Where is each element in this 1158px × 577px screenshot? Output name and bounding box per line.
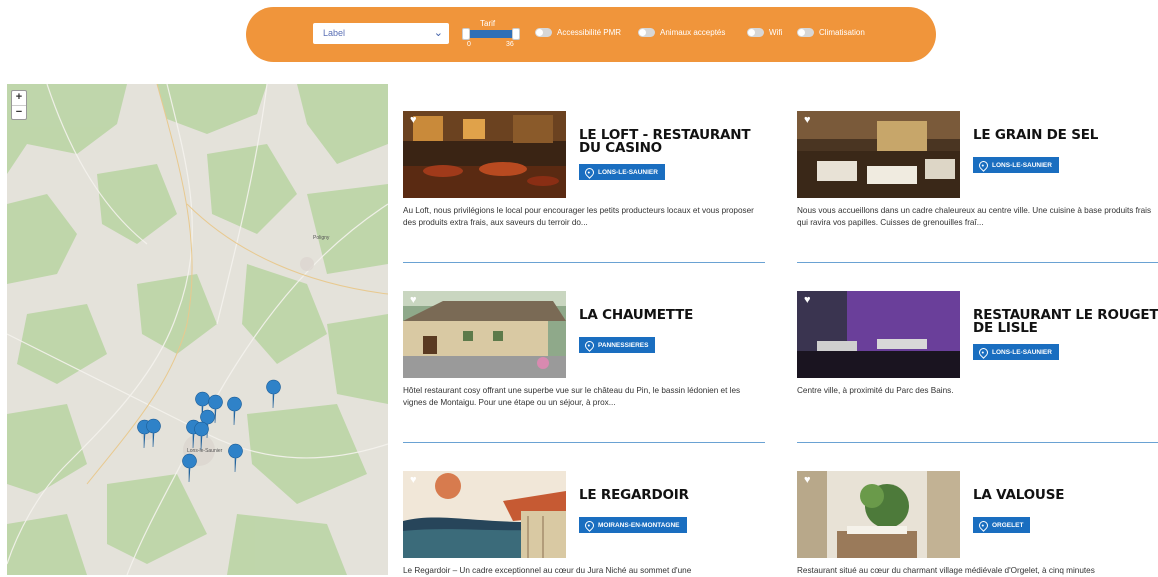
location-text: ORGELET	[992, 521, 1024, 529]
tarif-max-handle[interactable]	[512, 28, 520, 40]
restaurant-title[interactable]: LE REGARDOIR	[579, 488, 769, 502]
restaurant-description: Hôtel restaurant cosy offrant une superb…	[403, 386, 741, 407]
filter-bar: Label ⌄ Tarif 0 36 Accessibilité PMR Ani…	[246, 7, 936, 62]
toggle-animaux-acceptes[interactable]: Animaux acceptés	[638, 28, 725, 37]
restaurant-description: Centre ville, à proximité du Parc des Ba…	[797, 386, 954, 395]
location-badge: ORGELET	[973, 517, 1031, 533]
favorite-heart-icon[interactable]: ♥	[804, 474, 811, 486]
tarif-label: Tarif	[480, 19, 496, 28]
zoom-in-button[interactable]: +	[12, 91, 26, 105]
card-divider	[403, 262, 765, 263]
restaurant-title[interactable]: LA VALOUSE	[973, 488, 1158, 502]
toggle-accessibilite-pmr[interactable]: Accessibilité PMR	[535, 28, 621, 37]
label-select-value: Label	[323, 28, 346, 38]
location-badge: LONS-LE-SAUNIER	[973, 344, 1059, 360]
location-text: PANNESSIERES	[598, 341, 649, 349]
toggle-switch[interactable]	[797, 28, 814, 37]
toggle-label: Wifi	[769, 28, 783, 37]
location-badge: LONS-LE-SAUNIER	[973, 157, 1059, 173]
location-pin-icon	[583, 165, 596, 179]
toggle-switch[interactable]	[535, 28, 552, 37]
toggle-climatisation[interactable]: Climatisation	[797, 28, 865, 37]
favorite-heart-icon[interactable]: ♥	[410, 294, 417, 306]
restaurant-photo[interactable]: ♥	[403, 291, 566, 378]
toggle-switch[interactable]	[638, 28, 655, 37]
favorite-heart-icon[interactable]: ♥	[410, 114, 417, 126]
tarif-max-value: 36	[506, 41, 514, 48]
map-zoom-control: + −	[11, 90, 27, 120]
card-divider	[797, 442, 1158, 443]
location-pin-icon	[977, 345, 990, 359]
toggle-label: Animaux acceptés	[660, 28, 726, 37]
location-badge: MOIRANS-EN-MONTAGNE	[579, 517, 687, 533]
location-pin-icon	[977, 158, 990, 172]
restaurant-photo[interactable]: ♥	[797, 291, 960, 378]
location-text: MOIRANS-EN-MONTAGNE	[598, 521, 680, 529]
restaurant-photo[interactable]: ♥	[797, 471, 960, 558]
toggle-label: Climatisation	[819, 28, 865, 37]
tarif-min-handle[interactable]	[462, 28, 470, 40]
zoom-out-button[interactable]: −	[12, 105, 26, 119]
card-divider	[403, 442, 765, 443]
favorite-heart-icon[interactable]: ♥	[410, 474, 417, 486]
toggle-switch[interactable]	[747, 28, 764, 37]
favorite-heart-icon[interactable]: ♥	[804, 114, 811, 126]
location-pin-icon	[977, 518, 990, 532]
restaurant-description: Nous vous accueillons dans un cadre chal…	[797, 206, 1152, 227]
location-pin-icon	[583, 338, 596, 352]
restaurant-photo[interactable]: ♥	[403, 471, 566, 558]
chevron-down-icon: ⌄	[433, 27, 443, 39]
map-tiles: Poligny Lons-le-Saunier	[7, 84, 388, 575]
location-text: LONS-LE-SAUNIER	[992, 348, 1052, 356]
restaurant-title[interactable]: LE GRAIN DE SEL	[973, 128, 1158, 142]
restaurant-title[interactable]: LA CHAUMETTE	[579, 308, 769, 322]
tarif-min-value: 0	[467, 41, 471, 48]
location-pin-icon	[583, 518, 596, 532]
restaurant-title[interactable]: RESTAURANT LE ROUGET DE LISLE	[973, 308, 1158, 335]
restaurant-description: Au Loft, nous privilégions le local pour…	[403, 206, 754, 227]
location-text: LONS-LE-SAUNIER	[598, 168, 658, 176]
map[interactable]: Poligny Lons-le-Saunier + −	[7, 84, 388, 575]
toggle-wifi[interactable]: Wifi	[747, 28, 782, 37]
restaurant-photo[interactable]: ♥	[797, 111, 960, 198]
location-badge: LONS-LE-SAUNIER	[579, 164, 665, 180]
favorite-heart-icon[interactable]: ♥	[804, 294, 811, 306]
map-label-lons: Lons-le-Saunier	[187, 448, 223, 454]
toggle-label: Accessibilité PMR	[557, 28, 622, 37]
location-text: LONS-LE-SAUNIER	[992, 161, 1052, 169]
restaurant-photo[interactable]: ♥	[403, 111, 566, 198]
restaurant-title[interactable]: LE LOFT - RESTAURANT DU CASINO	[579, 128, 769, 155]
location-badge: PANNESSIERES	[579, 337, 656, 353]
card-divider	[797, 262, 1158, 263]
label-select[interactable]: Label ⌄	[313, 23, 449, 44]
map-label-poligny: Poligny	[313, 235, 330, 241]
